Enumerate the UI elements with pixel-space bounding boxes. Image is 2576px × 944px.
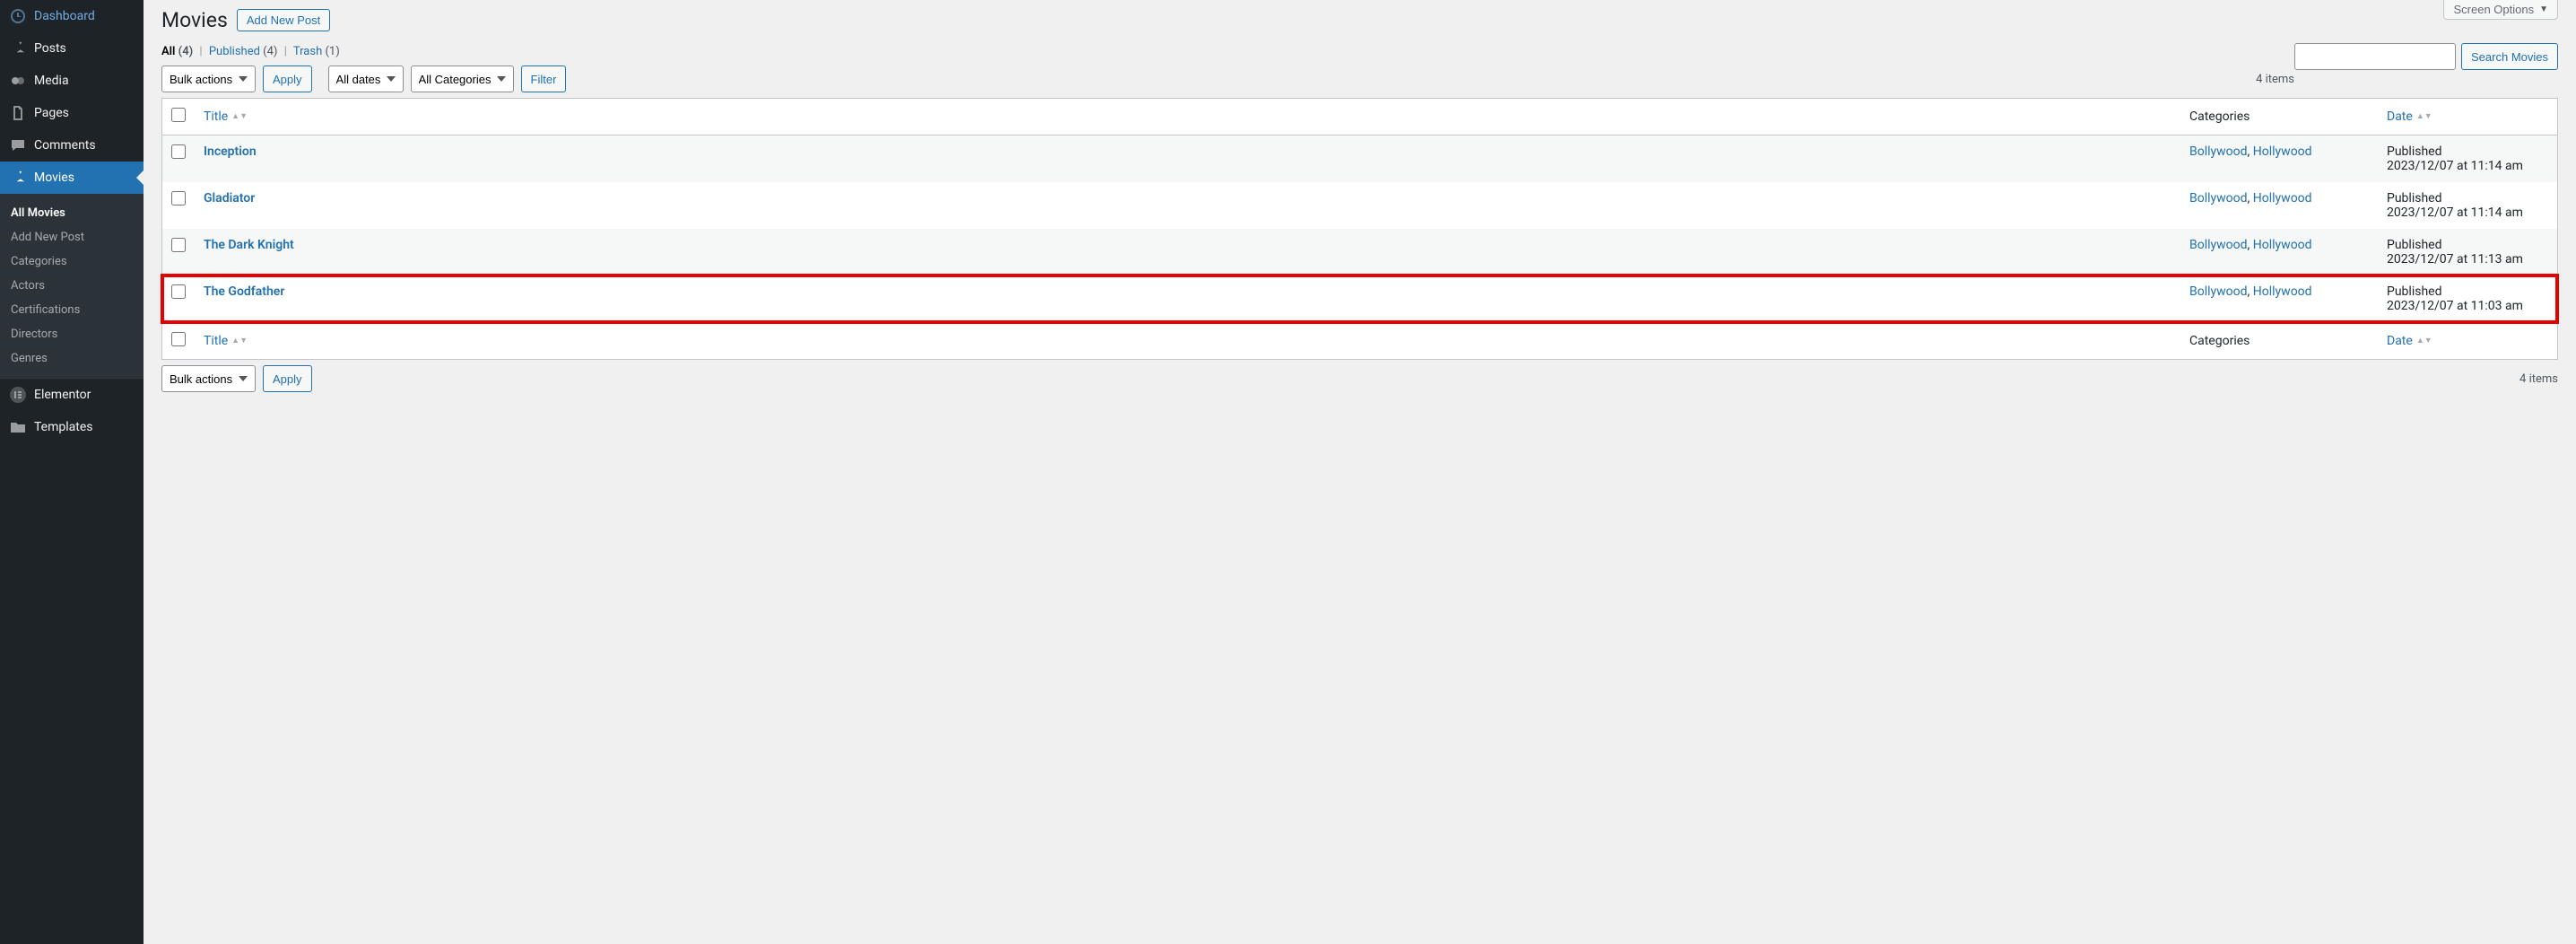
category-link[interactable]: Bollywood (2189, 191, 2248, 205)
submenu-genres[interactable]: Genres (0, 346, 144, 371)
table-row: Inception Bollywood, Hollywood Published… (162, 135, 2557, 182)
date-filter-select[interactable]: All dates (328, 66, 404, 92)
submenu-categories[interactable]: Categories (0, 249, 144, 274)
category-filter-select[interactable]: All Categories (411, 66, 514, 92)
sort-icon: ▲▼ (2416, 115, 2432, 119)
menu-movies[interactable]: Movies (0, 162, 144, 194)
search-button[interactable]: Search Movies (2461, 43, 2558, 70)
view-all[interactable]: All (4) (161, 45, 193, 58)
menu-label: Dashboard (34, 9, 95, 23)
menu-comments[interactable]: Comments (0, 129, 144, 162)
row-checkbox[interactable] (171, 144, 186, 159)
post-date: 2023/12/07 at 11:14 am (2387, 159, 2523, 173)
category-link[interactable]: Bollywood (2189, 284, 2248, 299)
post-title-link[interactable]: The Dark Knight (204, 238, 294, 252)
submenu-all-movies[interactable]: All Movies (0, 201, 144, 225)
search-input[interactable] (2294, 43, 2456, 70)
items-count-bottom: 4 items (2519, 372, 2558, 386)
view-filters: All (4) | Published (4) | Trash (1) (161, 45, 2558, 58)
pin-icon (9, 39, 27, 57)
sort-date-bottom[interactable]: Date▲▼ (2387, 334, 2432, 348)
post-status: Published (2387, 191, 2548, 205)
items-count-top: 4 items (2256, 73, 2294, 86)
table-row-highlighted: The Godfather Bollywood, Hollywood Publi… (162, 275, 2557, 322)
submenu-certifications[interactable]: Certifications (0, 298, 144, 322)
category-link[interactable]: Bollywood (2189, 144, 2248, 159)
post-title-link[interactable]: Gladiator (204, 191, 255, 205)
submenu-movies: All Movies Add New Post Categories Actor… (0, 194, 144, 378)
bulk-actions-select-bottom[interactable]: Bulk actions (161, 365, 256, 392)
search-box: Search Movies (2294, 43, 2558, 70)
posts-table: Title▲▼ Categories Date▲▼ Inception Boll… (161, 98, 2558, 360)
view-published[interactable]: Published (4) (209, 45, 278, 58)
caret-down-icon: ▼ (2539, 4, 2548, 14)
elementor-icon (9, 386, 27, 404)
table-row: The Dark Knight Bollywood, Hollywood Pub… (162, 229, 2557, 275)
menu-posts[interactable]: Posts (0, 32, 144, 65)
row-checkbox[interactable] (171, 238, 186, 252)
category-link[interactable]: Hollywood (2253, 284, 2312, 299)
folder-icon (9, 418, 27, 436)
post-status: Published (2387, 284, 2548, 299)
sort-icon: ▲▼ (231, 115, 248, 119)
menu-label: Pages (34, 106, 69, 120)
category-link[interactable]: Hollywood (2253, 144, 2312, 159)
post-date: 2023/12/07 at 11:14 am (2387, 205, 2523, 220)
select-all-checkbox[interactable] (171, 108, 186, 122)
post-date: 2023/12/07 at 11:03 am (2387, 299, 2523, 313)
col-categories-bottom: Categories (2180, 322, 2378, 359)
row-checkbox[interactable] (171, 284, 186, 299)
menu-label: Comments (34, 138, 96, 153)
row-checkbox[interactable] (171, 191, 186, 205)
sort-icon: ▲▼ (231, 339, 248, 344)
pin-icon (9, 169, 27, 187)
comment-icon (9, 136, 27, 154)
menu-label: Media (34, 74, 69, 88)
bulk-actions-select[interactable]: Bulk actions (161, 66, 256, 92)
post-date: 2023/12/07 at 11:13 am (2387, 252, 2523, 267)
menu-pages[interactable]: Pages (0, 97, 144, 129)
apply-button[interactable]: Apply (263, 66, 312, 92)
submenu-add-new[interactable]: Add New Post (0, 225, 144, 249)
post-title-link[interactable]: The Godfather (204, 284, 284, 299)
post-title-link[interactable]: Inception (204, 144, 257, 159)
filter-button[interactable]: Filter (521, 66, 567, 92)
post-status: Published (2387, 238, 2548, 252)
dashboard-icon (9, 7, 27, 25)
table-row: Gladiator Bollywood, Hollywood Published… (162, 182, 2557, 229)
screen-options-button[interactable]: Screen Options ▼ (2443, 0, 2558, 20)
media-icon (9, 72, 27, 90)
menu-label: Templates (34, 420, 93, 434)
post-status: Published (2387, 144, 2548, 159)
col-categories: Categories (2180, 99, 2378, 135)
sort-title-bottom[interactable]: Title▲▼ (204, 334, 248, 348)
category-link[interactable]: Hollywood (2253, 191, 2312, 205)
category-link[interactable]: Hollywood (2253, 238, 2312, 252)
menu-media[interactable]: Media (0, 65, 144, 97)
menu-label: Movies (34, 170, 74, 185)
sort-icon: ▲▼ (2416, 339, 2432, 344)
sort-date[interactable]: Date▲▼ (2387, 109, 2432, 124)
page-icon (9, 104, 27, 122)
menu-elementor[interactable]: Elementor (0, 379, 144, 411)
menu-label: Elementor (34, 388, 91, 402)
select-all-checkbox-bottom[interactable] (171, 332, 186, 346)
apply-button-bottom[interactable]: Apply (263, 365, 312, 392)
menu-templates[interactable]: Templates (0, 411, 144, 443)
sort-title[interactable]: Title▲▼ (204, 109, 248, 124)
submenu-actors[interactable]: Actors (0, 274, 144, 298)
view-trash[interactable]: Trash (1) (293, 45, 340, 58)
admin-sidebar: Dashboard Posts Media Pages Comments Mov… (0, 0, 144, 944)
submenu-directors[interactable]: Directors (0, 322, 144, 346)
category-link[interactable]: Bollywood (2189, 238, 2248, 252)
page-title: Movies (161, 8, 228, 32)
main-content: Screen Options ▼ Movies Add New Post Sea… (144, 0, 2576, 944)
menu-label: Posts (34, 41, 66, 56)
menu-dashboard[interactable]: Dashboard (0, 0, 144, 32)
add-new-button[interactable]: Add New Post (237, 9, 330, 31)
